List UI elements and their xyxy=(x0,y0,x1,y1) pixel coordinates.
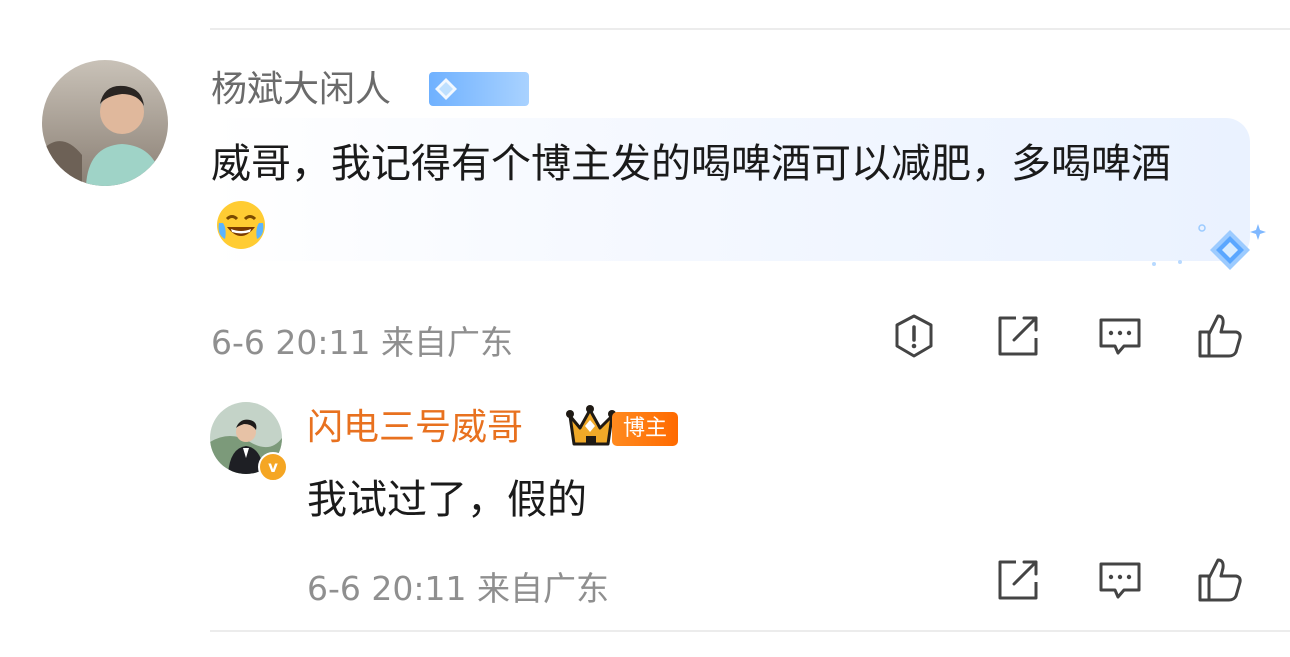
verified-badge: v xyxy=(258,452,288,482)
diamond-decoration-icon xyxy=(1146,218,1270,284)
laughing-tears-emoji xyxy=(215,199,267,270)
reply-comment-icon[interactable] xyxy=(1096,556,1144,604)
replier-username[interactable]: 闪电三号威哥 xyxy=(307,408,523,448)
reply-meta: 6-6 20:11 来自广东 xyxy=(307,569,609,608)
like-icon[interactable] xyxy=(1196,312,1244,360)
report-icon[interactable] xyxy=(890,312,938,360)
blogger-badge: 博主 xyxy=(612,412,678,446)
top-divider xyxy=(210,28,1290,30)
commenter-username[interactable]: 杨斌大闲人 xyxy=(211,70,391,110)
comment-icon[interactable] xyxy=(1096,312,1144,360)
reply-text: 我试过了，假的 xyxy=(307,477,587,523)
reply-like-icon[interactable] xyxy=(1196,556,1244,604)
diamond-icon xyxy=(435,78,457,100)
vip-badge xyxy=(429,72,529,106)
comment-meta: 6-6 20:11 来自广东 xyxy=(211,323,513,362)
comment-text: 威哥，我记得有个博主发的喝啤酒可以减肥，多喝啤酒 xyxy=(211,132,1211,270)
bottom-divider xyxy=(210,630,1290,632)
commenter-avatar[interactable] xyxy=(42,60,168,186)
comment-body: 威哥，我记得有个博主发的喝啤酒可以减肥，多喝啤酒 xyxy=(211,141,1171,187)
share-icon[interactable] xyxy=(994,312,1042,360)
reply-share-icon[interactable] xyxy=(994,556,1042,604)
